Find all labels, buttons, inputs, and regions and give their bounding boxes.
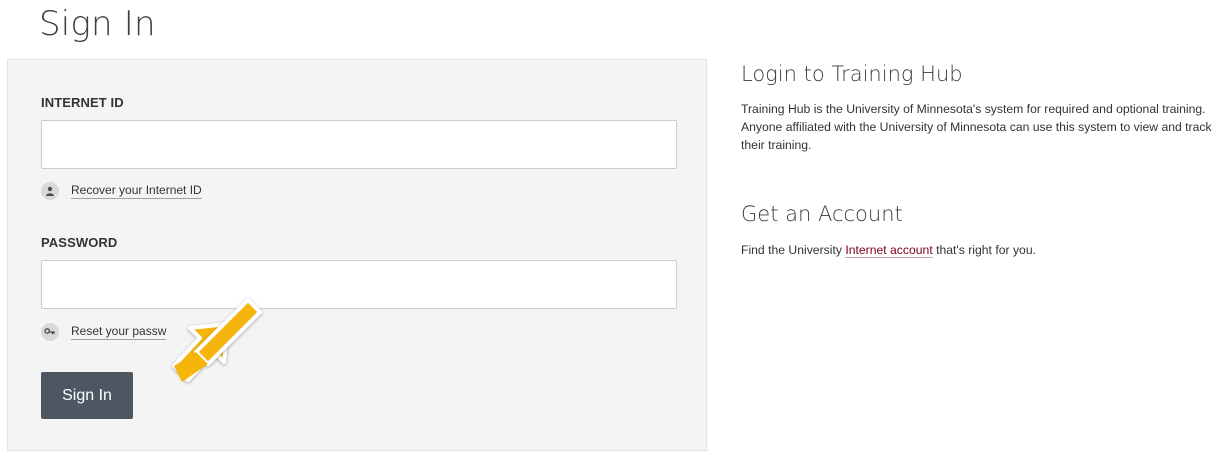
account-text-after: that's right for you. bbox=[932, 243, 1036, 257]
page-title: Sign In bbox=[39, 4, 156, 44]
sign-in-page: Sign In INTERNET ID Recover your Interne… bbox=[0, 0, 1225, 452]
login-description: Training Hub is the University of Minnes… bbox=[741, 102, 1212, 152]
key-icon bbox=[41, 323, 59, 341]
recover-link-text[interactable]: Recover your Internet ID bbox=[71, 183, 202, 199]
password-label: PASSWORD bbox=[41, 235, 118, 250]
account-description: Find the University Internet account tha… bbox=[741, 241, 1217, 259]
recover-internet-id-link[interactable]: Recover your Internet ID bbox=[41, 181, 202, 201]
account-text-before: Find the University bbox=[741, 243, 846, 257]
internet-account-link[interactable]: Internet account bbox=[845, 243, 933, 258]
internet-id-label: INTERNET ID bbox=[41, 95, 124, 110]
internet-id-input[interactable] bbox=[41, 120, 677, 169]
password-input[interactable] bbox=[41, 260, 677, 309]
reset-link-text[interactable]: Reset your passw bbox=[71, 324, 167, 340]
account-heading: Get an Account bbox=[741, 202, 903, 226]
login-info-section: Login to Training Hub Training Hub is th… bbox=[741, 62, 1217, 154]
login-panel: INTERNET ID Recover your Internet ID PAS… bbox=[7, 59, 707, 451]
login-heading: Login to Training Hub bbox=[741, 62, 963, 86]
account-info-section: Get an Account Find the University Inter… bbox=[741, 202, 1217, 259]
user-icon bbox=[41, 182, 59, 200]
sign-in-button[interactable]: Sign In bbox=[41, 372, 133, 419]
reset-password-link[interactable]: Reset your passw bbox=[41, 322, 167, 342]
